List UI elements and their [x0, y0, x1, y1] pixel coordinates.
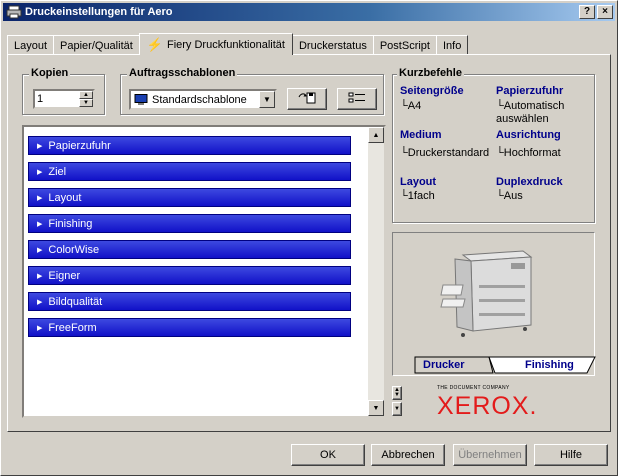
load-template-button[interactable] [287, 88, 327, 110]
spin-up-icon[interactable]: ▲ [79, 91, 93, 99]
print-settings-window: Druckeinstellungen für Aero ? × Layout P… [0, 0, 618, 476]
tab-postscript[interactable]: PostScript [372, 35, 437, 55]
monitor-icon [134, 93, 148, 106]
cancel-button[interactable]: Abbrechen [371, 444, 445, 466]
apply-button[interactable]: Übernehmen [453, 444, 527, 466]
help-button[interactable]: ? [579, 5, 595, 19]
templates-label: Auftragsschablonen [127, 67, 238, 79]
tab-printer-status[interactable]: Druckerstatus [291, 35, 374, 55]
templates-group: Auftragsschablonen Standardschablone ▼ [120, 67, 384, 115]
copies-group: Kopien 1 ▲ ▼ [22, 67, 105, 115]
printer-icon [6, 5, 22, 19]
copies-label: Kopien [29, 67, 71, 79]
close-button[interactable]: × [597, 5, 613, 19]
copies-spinner[interactable]: 1 ▲ ▼ [33, 89, 95, 109]
load-template-icon [297, 91, 317, 108]
tab-label: Druckerstatus [298, 39, 367, 52]
window-title: Druckeinstellungen für Aero [25, 6, 173, 18]
tab-paper-quality[interactable]: Papier/Qualität [53, 35, 140, 55]
lightning-icon: ⚡ [146, 36, 163, 52]
ok-button[interactable]: OK [291, 444, 365, 466]
spin-down-icon[interactable]: ▼ [79, 99, 93, 107]
tab-label: PostScript [379, 39, 430, 52]
tab-layout[interactable]: Layout [7, 35, 55, 55]
template-selected: Standardschablone [152, 93, 247, 106]
tab-label: Papier/Qualität [60, 39, 133, 52]
chevron-down-icon[interactable]: ▼ [259, 91, 275, 108]
tab-label: Fiery Druckfunktionalität [166, 38, 285, 51]
tab-strip: Layout Papier/Qualität ⚡ Fiery Druckfunk… [7, 33, 469, 55]
list-icon [347, 91, 367, 108]
tab-info[interactable]: Info [435, 35, 469, 55]
tab-label: Layout [14, 39, 48, 52]
tab-label: Info [442, 39, 462, 52]
title-bar[interactable]: Druckeinstellungen für Aero ? × [3, 3, 615, 21]
template-select[interactable]: Standardschablone ▼ [129, 89, 277, 110]
copies-value[interactable]: 1 [35, 91, 79, 107]
tab-fiery-features[interactable]: ⚡ Fiery Druckfunktionalität [138, 33, 293, 55]
help-footer-button[interactable]: Hilfe [534, 444, 608, 466]
manage-templates-button[interactable] [337, 88, 377, 110]
